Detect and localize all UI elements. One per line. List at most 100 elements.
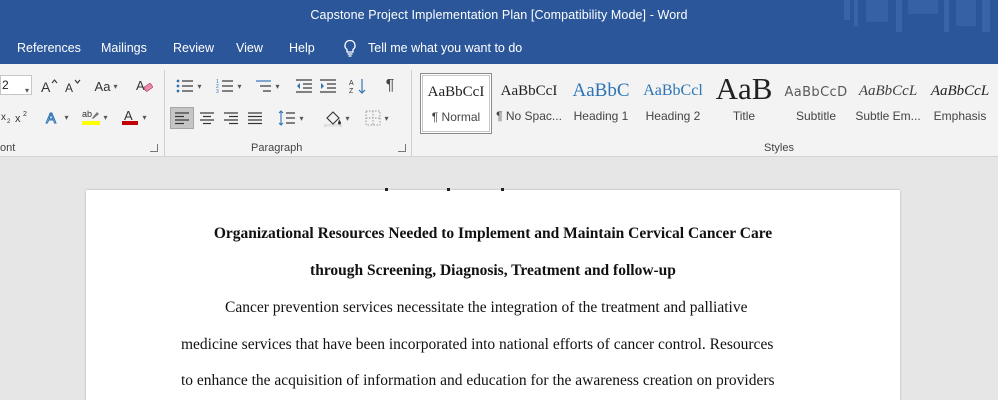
paint-bucket-icon — [325, 111, 342, 127]
font-dialog-launcher-icon[interactable] — [150, 144, 158, 152]
tab-mailings[interactable]: Mailings — [101, 41, 147, 55]
sort-button[interactable]: A Z — [348, 76, 368, 96]
tab-view[interactable]: View — [236, 41, 263, 55]
show-formatting-marks-button[interactable]: ¶ — [380, 76, 400, 96]
style-heading-1[interactable]: AaBbC Heading 1 — [565, 73, 637, 134]
highlight-color-button[interactable]: ab ▾ — [80, 107, 110, 127]
style-name: ¶ No Spac... — [496, 109, 562, 123]
svg-text:A: A — [136, 78, 145, 93]
font-color-button[interactable]: A ▾ — [118, 107, 150, 127]
numbering-button[interactable]: 1 2 3 ▾ — [212, 76, 246, 96]
style-normal[interactable]: AaBbCcI ¶ Normal — [420, 73, 492, 134]
align-right-button[interactable] — [220, 107, 242, 129]
style-name: Emphasis — [933, 109, 987, 123]
tab-help[interactable]: Help — [289, 41, 315, 55]
bullet-list-icon — [177, 79, 194, 93]
title-bar: Capstone Project Implementation Plan [Co… — [0, 0, 998, 32]
style-heading-2[interactable]: AaBbCcl Heading 2 — [637, 73, 709, 134]
tab-review[interactable]: Review — [173, 41, 214, 55]
align-left-icon — [175, 112, 189, 125]
style-sample: AaBbCcI — [500, 83, 558, 99]
chevron-down-icon: ▾ — [142, 112, 147, 122]
line-spacing-icon — [279, 110, 296, 126]
align-left-button[interactable] — [170, 107, 194, 129]
text-effects-button[interactable]: A ▾ — [42, 107, 72, 127]
font-size-value: 2 — [2, 78, 9, 92]
chevron-down-icon: ▾ — [275, 81, 280, 91]
svg-text:A: A — [65, 81, 73, 94]
style-name: Title — [732, 109, 756, 123]
document-page[interactable]: Organizational Resources Needed to Imple… — [86, 188, 900, 400]
style-title[interactable]: AaB Title — [708, 71, 780, 134]
justify-icon — [248, 112, 262, 125]
superscript-button[interactable]: x 2 — [14, 107, 32, 127]
paragraph-dialog-launcher-icon[interactable] — [398, 144, 406, 152]
style-name: Heading 2 — [645, 109, 701, 123]
style-sample: AaBbCcL — [858, 83, 918, 99]
chevron-down-icon: ▾ — [113, 81, 118, 91]
group-separator — [411, 70, 412, 156]
change-case-label: Aa — [94, 78, 111, 94]
grow-font-button[interactable]: A — [38, 76, 60, 96]
borders-button[interactable]: ▾ — [360, 107, 394, 129]
pilcrow-icon: ¶ — [385, 77, 395, 94]
line-spacing-button[interactable]: ▾ — [274, 107, 308, 129]
superscript-button-partial[interactable]: x 2 — [0, 107, 12, 127]
style-sample: AaB — [715, 71, 773, 106]
svg-text:A: A — [41, 79, 51, 94]
align-right-icon — [224, 112, 238, 125]
svg-text:x: x — [15, 113, 21, 124]
numbered-list-icon: 1 2 3 — [216, 79, 234, 94]
section-heading-line-1: Organizational Resources Needed to Imple… — [213, 225, 773, 242]
chevron-down-icon: ▾ — [384, 113, 389, 123]
svg-text:x: x — [1, 112, 6, 123]
clear-formatting-icon: A — [136, 78, 153, 93]
superscript-icon: x 2 — [15, 111, 27, 124]
increase-indent-icon — [320, 79, 336, 93]
svg-text:3: 3 — [216, 89, 219, 94]
style-emphasis[interactable]: AaBbCcL Emphasis — [924, 73, 996, 134]
shrink-font-icon: A — [65, 79, 81, 94]
document-canvas[interactable]: Organizational Resources Needed to Imple… — [0, 157, 998, 400]
shading-button[interactable]: ▾ — [320, 107, 354, 129]
highlighter-icon: ab — [82, 109, 101, 125]
style-name: ¶ Normal — [431, 110, 481, 124]
style-subtle-emphasis[interactable]: AaBbCcL Subtle Em... — [852, 73, 924, 134]
paragraph-group-label: Paragraph — [251, 142, 303, 154]
change-case-button[interactable]: Aa ▾ — [90, 76, 122, 96]
font-size-box[interactable]: 2 ▾ — [0, 75, 32, 95]
style-sample: AaBbCcL — [930, 83, 990, 99]
tell-me-search[interactable]: Tell me what you want to do — [342, 39, 522, 57]
tab-references[interactable]: References — [17, 41, 81, 55]
style-sample: AaBbCcl — [643, 82, 703, 99]
ribbon: 2 ▾ A A Aa ▾ A x 2 x 2 A ▾ ab ▾ A ▾ ont … — [0, 64, 998, 157]
justify-button[interactable] — [244, 107, 266, 129]
shrink-font-button[interactable]: A — [62, 76, 84, 96]
ribbon-tab-bar: References Mailings Review View Help Tel… — [0, 32, 998, 64]
svg-text:ab: ab — [82, 109, 92, 119]
bullets-button[interactable]: ▾ — [172, 76, 206, 96]
svg-text:A: A — [46, 110, 56, 125]
section-heading-line-2: through Screening, Diagnosis, Treatment … — [310, 262, 676, 279]
style-name: Subtitle — [795, 109, 837, 123]
styles-group-label: Styles — [764, 142, 794, 154]
multilevel-list-icon — [256, 80, 272, 92]
borders-icon — [365, 110, 381, 126]
multilevel-list-button[interactable]: ▾ — [250, 76, 284, 96]
decrease-indent-icon — [296, 79, 312, 93]
svg-text:2: 2 — [7, 119, 11, 124]
svg-text:A: A — [124, 108, 133, 123]
increase-indent-button[interactable] — [318, 76, 338, 96]
tell-me-label: Tell me what you want to do — [368, 41, 523, 55]
style-sample: AaBbCcD — [784, 85, 848, 100]
decrease-indent-button[interactable] — [294, 76, 314, 96]
align-center-button[interactable] — [196, 107, 218, 129]
lightbulb-icon — [344, 39, 356, 57]
style-sample: AaBbCcI — [427, 84, 485, 100]
font-group-label: ont — [0, 142, 16, 154]
style-subtitle[interactable]: AaBbCcD Subtitle — [780, 73, 852, 134]
clear-formatting-button[interactable]: A — [134, 76, 154, 96]
svg-text:2: 2 — [23, 111, 27, 118]
chevron-down-icon: ▾ — [64, 112, 69, 122]
style-no-spacing[interactable]: AaBbCcI ¶ No Spac... — [493, 73, 565, 134]
